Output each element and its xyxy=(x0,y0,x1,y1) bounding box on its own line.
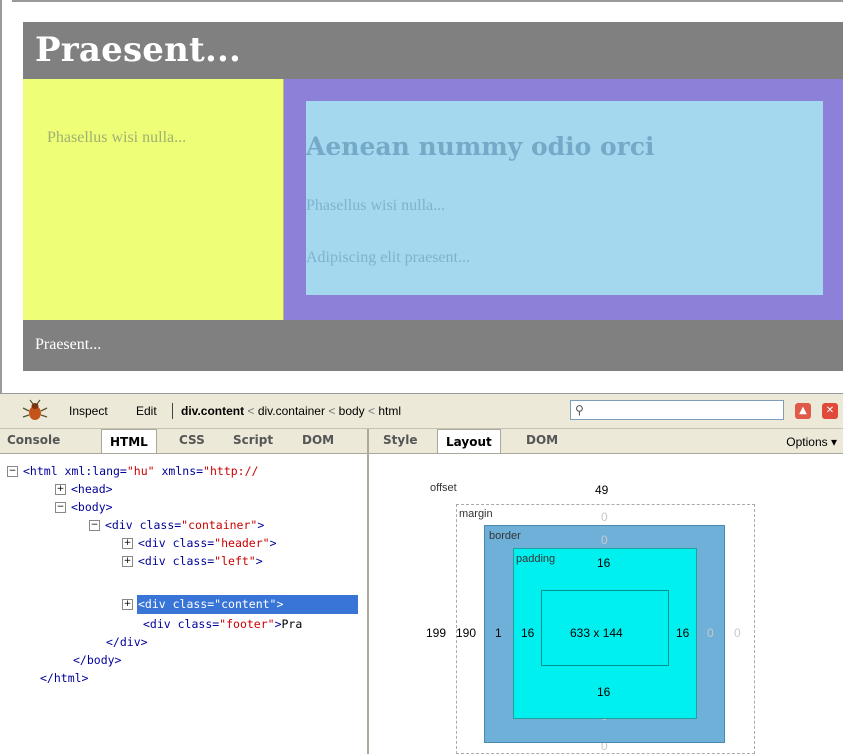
search-input[interactable]: ⚲ xyxy=(570,400,784,420)
padding-label: padding xyxy=(516,553,556,565)
margin-top-value: 0 xyxy=(601,510,608,524)
breadcrumb-item[interactable]: body xyxy=(339,404,365,418)
breadcrumb-item[interactable]: html xyxy=(378,404,401,418)
padding-right-value: 16 xyxy=(676,626,690,640)
content-paragraph-2: Adipiscing elit praesent... xyxy=(306,249,470,266)
tab-layout[interactable]: Layout xyxy=(437,429,501,453)
close-icon[interactable]: ✕ xyxy=(822,403,838,419)
margin-left-value: 190 xyxy=(456,626,477,640)
tree-node-head[interactable]: + <head> xyxy=(55,480,113,498)
tree-node-body[interactable]: − <body> xyxy=(55,498,113,516)
tab-css[interactable]: CSS xyxy=(179,433,205,447)
tab-console[interactable]: Console xyxy=(7,433,60,447)
tab-style[interactable]: Style xyxy=(383,433,417,447)
firebug-icon[interactable] xyxy=(22,399,48,423)
inspect-button[interactable]: Inspect xyxy=(69,404,108,418)
search-icon: ⚲ xyxy=(575,403,584,417)
offset-top-value: 49 xyxy=(595,483,609,497)
minimize-icon[interactable]: ▲ xyxy=(795,403,811,419)
layout-box-model: offset 49 margin 0 0 0 border 0 0 0 padd… xyxy=(370,454,843,754)
margin-label: margin xyxy=(459,508,493,520)
expand-icon[interactable]: + xyxy=(122,538,133,549)
frame-left-edge xyxy=(0,0,12,393)
content-heading: Aenean nummy odio orci xyxy=(306,132,655,161)
page-header: Praesent... xyxy=(23,22,843,79)
left-column: Phasellus wisi nulla... xyxy=(23,79,284,320)
options-menu[interactable]: Options ▾ xyxy=(786,435,837,449)
right-tab-bar: Style Layout DOM Options ▾ xyxy=(369,429,843,454)
left-text: Phasellus wisi nulla... xyxy=(47,129,187,146)
tree-node-content-selected[interactable]: + <div class="content"> xyxy=(122,595,283,614)
content-size-value: 633 x 144 xyxy=(570,626,623,640)
tree-node-footer[interactable]: <div class="footer">Pra xyxy=(143,615,302,633)
tree-node-html-close: </html> xyxy=(40,671,89,685)
page-footer: Praesent... xyxy=(23,320,843,371)
html-tree: − <html xml:lang="hu" xmlns="http:// + <he… xyxy=(0,454,366,754)
border-right-value: 0 xyxy=(707,626,714,640)
breadcrumb-item[interactable]: div.container xyxy=(258,404,325,418)
footer-text: Praesent... xyxy=(35,336,102,353)
expand-icon[interactable]: + xyxy=(122,556,133,567)
collapse-icon[interactable]: − xyxy=(89,520,100,531)
tab-dom[interactable]: DOM xyxy=(302,433,334,447)
padding-top-value: 16 xyxy=(597,556,611,570)
content-area: Aenean nummy odio orci Phasellus wisi nu… xyxy=(306,101,823,295)
content-paragraph-1: Phasellus wisi nulla... xyxy=(306,197,446,214)
tree-node-html[interactable]: − <html xml:lang="hu" xmlns="http:// xyxy=(7,462,258,480)
toolbar-separator xyxy=(172,403,173,419)
edit-button[interactable]: Edit xyxy=(136,404,157,418)
margin-right-value: 0 xyxy=(734,626,741,640)
breadcrumb-separator: < xyxy=(247,404,258,418)
tree-node-left[interactable]: + <div class="left"> xyxy=(122,552,263,570)
tree-node-container[interactable]: − <div class="container"> xyxy=(89,516,264,534)
firebug-toolbar: Inspect Edit div.content < div.container… xyxy=(0,394,843,429)
border-top-value: 0 xyxy=(601,533,608,547)
offset-left-value: 199 xyxy=(426,626,447,640)
tree-node-body-close: </body> xyxy=(73,653,122,667)
offset-label: offset xyxy=(430,482,457,494)
collapse-icon[interactable]: − xyxy=(55,502,66,513)
tree-node-header[interactable]: + <div class="header"> xyxy=(122,534,277,552)
tab-script[interactable]: Script xyxy=(233,433,273,447)
breadcrumb-separator: < xyxy=(368,404,379,418)
padding-bottom-value: 16 xyxy=(597,685,611,699)
border-label: border xyxy=(489,530,521,542)
collapse-icon[interactable]: − xyxy=(7,466,18,477)
tab-html[interactable]: HTML xyxy=(101,429,157,453)
expand-icon[interactable]: + xyxy=(55,484,66,495)
expand-icon[interactable]: + xyxy=(122,599,133,610)
frame-top-edge xyxy=(0,0,843,8)
tree-node-div-close: </div> xyxy=(106,635,148,649)
border-left-value: 1 xyxy=(495,626,502,640)
header-title: Praesent... xyxy=(35,30,242,70)
panel-divider[interactable] xyxy=(367,429,369,754)
breadcrumb-separator: < xyxy=(328,404,339,418)
firebug-panel: Inspect Edit div.content < div.container… xyxy=(0,393,843,754)
rendered-page: Praesent... Phasellus wisi nulla... Aene… xyxy=(0,0,843,393)
padding-left-value: 16 xyxy=(521,626,535,640)
breadcrumb-item[interactable]: div.content xyxy=(181,404,244,418)
left-tab-bar: Console HTML CSS Script DOM xyxy=(0,429,368,454)
breadcrumb: div.content < div.container < body < htm… xyxy=(181,404,401,418)
tab-dom-side[interactable]: DOM xyxy=(526,433,558,447)
